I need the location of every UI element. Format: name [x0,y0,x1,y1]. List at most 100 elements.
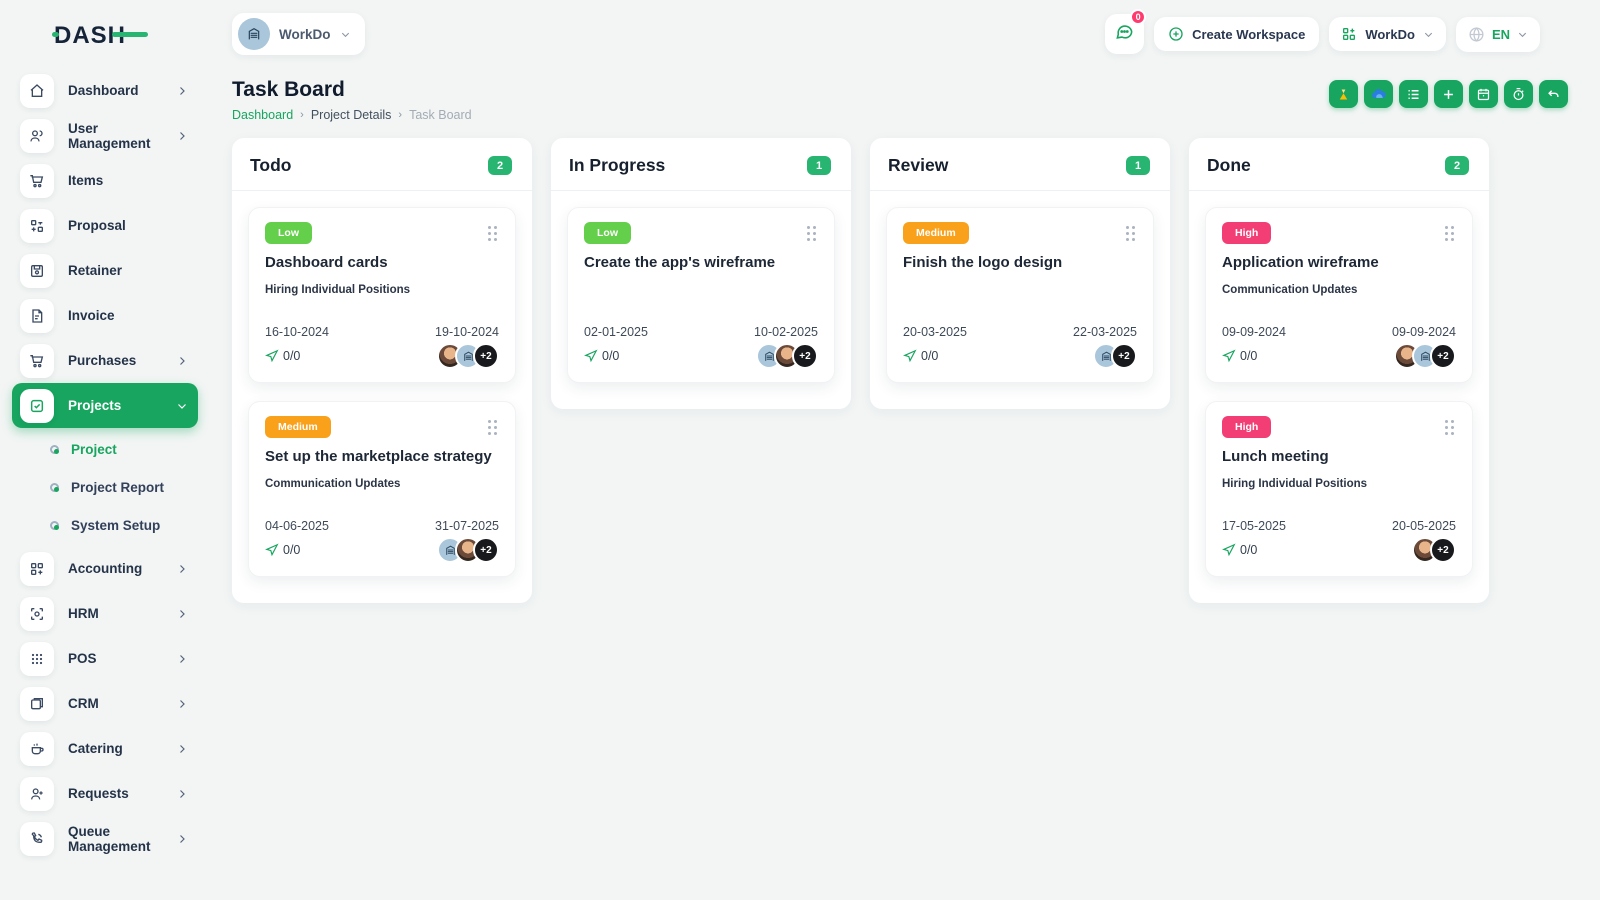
sidebar-item-dashboard[interactable]: Dashboard [12,68,198,113]
avatar-more-badge: +2 [792,343,818,369]
task-progress: 0/0 [903,349,938,363]
task-start-date: 17-05-2025 [1222,519,1286,533]
page-header: Task Board Dashboard › Project Details ›… [210,58,1600,122]
back-button[interactable] [1539,80,1568,108]
add-task-button[interactable] [1434,80,1463,108]
calendar-button[interactable] [1469,80,1498,108]
kebab-menu-icon[interactable] [1443,416,1456,439]
column-count-badge: 2 [488,156,512,175]
send-icon [584,349,598,363]
breadcrumb-project-details[interactable]: Project Details [311,108,392,122]
check-square-icon [20,388,54,423]
task-card[interactable]: Low Create the app's wireframe 02-01-202… [567,207,835,383]
sidebar-item-purchases[interactable]: Purchases [12,338,198,383]
create-workspace-button[interactable]: Create Workspace [1154,17,1320,51]
page-actions [1329,80,1568,108]
coffee-cup-icon [20,731,54,766]
assignee-avatars: +2 [1412,537,1456,563]
task-progress: 0/0 [1222,349,1257,363]
sidebar-item-crm[interactable]: CRM [12,681,198,726]
layout-icon [20,686,54,721]
sidebar-item-items[interactable]: Items [12,158,198,203]
submenu-item-project[interactable]: Project [12,430,198,468]
invoice-icon [20,298,54,333]
chevron-right-icon [176,85,188,97]
chevron-right-icon [176,130,188,142]
chevron-down-icon [176,400,188,412]
task-start-date: 16-10-2024 [265,325,329,339]
column-done: Done 2 High Application wireframe Commun… [1189,138,1489,603]
task-milestone: Hiring Individual Positions [265,284,411,296]
globe-icon [1468,26,1485,43]
priority-badge: Medium [265,416,331,438]
avatar-more-badge: +2 [1111,343,1137,369]
chevron-right-icon [176,833,188,845]
task-card[interactable]: Low Dashboard cards Hiring Individual Po… [248,207,516,383]
task-end-date: 10-02-2025 [754,325,818,339]
column-title: Review [888,155,949,175]
task-progress: 0/0 [265,349,300,363]
priority-badge: High [1222,222,1272,244]
sidebar-item-queue-management[interactable]: Queue Management [12,816,198,861]
sidebar-item-pos[interactable]: POS [12,636,198,681]
submenu-dot-icon [50,482,59,492]
workspace-selector[interactable]: WorkDo [232,13,365,55]
sidebar-item-catering[interactable]: Catering [12,726,198,771]
assignee-avatars: +2 [437,343,499,369]
task-card[interactable]: Medium Finish the logo design 20-03-2025… [886,207,1154,383]
task-card[interactable]: High Lunch meeting Hiring Individual Pos… [1205,401,1473,577]
task-end-date: 09-09-2024 [1392,325,1456,339]
list-view-button[interactable] [1399,80,1428,108]
sidebar-item-retainer[interactable]: Retainer [12,248,198,293]
submenu-item-project-report[interactable]: Project Report [12,468,198,506]
priority-badge: High [1222,416,1272,438]
chevron-right-icon [176,563,188,575]
app-switcher[interactable]: WorkDo [1329,17,1446,51]
kebab-menu-icon[interactable] [486,416,499,439]
sidebar-item-proposal[interactable]: Proposal [12,203,198,248]
sidebar-item-projects[interactable]: Projects [12,383,198,428]
users-icon [20,118,54,153]
task-milestone: Communication Updates [1222,284,1358,296]
priority-badge: Medium [903,222,969,244]
breadcrumb-current: Task Board [409,108,472,122]
assignee-avatars: +2 [1093,343,1137,369]
messages-button[interactable]: 0 [1105,9,1147,54]
sidebar-item-invoice[interactable]: Invoice [12,293,198,338]
kebab-menu-icon[interactable] [1124,222,1137,245]
dots-grid-icon [20,641,54,676]
onedrive-button[interactable] [1364,80,1393,108]
assignee-avatars: +2 [756,343,818,369]
workspace-logo-icon [238,18,270,50]
submenu-dot-icon [50,520,59,530]
plus-circle-icon [1168,26,1184,42]
user-plus-icon [20,776,54,811]
breadcrumb-separator: › [398,109,403,121]
sidebar: DASH Dashboard User Management Items Pro… [0,0,210,900]
sidebar-item-user-management[interactable]: User Management [12,113,198,158]
breadcrumb-dashboard[interactable]: Dashboard [232,108,293,122]
task-end-date: 19-10-2024 [435,325,499,339]
language-selector[interactable]: EN [1455,16,1540,52]
task-card[interactable]: Medium Set up the marketplace strategy C… [248,401,516,577]
timer-button[interactable] [1504,80,1533,108]
chevron-right-icon [176,653,188,665]
task-card[interactable]: High Application wireframe Communication… [1205,207,1473,383]
sidebar-item-accounting[interactable]: Accounting [12,546,198,591]
task-milestone: Communication Updates [265,478,401,490]
column-review: Review 1 Medium Finish the logo design 2… [870,138,1170,409]
sidebar-item-hrm[interactable]: HRM [12,591,198,636]
task-start-date: 20-03-2025 [903,325,967,339]
kebab-menu-icon[interactable] [486,222,499,245]
sidebar-item-requests[interactable]: Requests [12,771,198,816]
submenu-item-system-setup[interactable]: System Setup [12,506,198,544]
kebab-menu-icon[interactable] [1443,222,1456,245]
task-end-date: 20-05-2025 [1392,519,1456,533]
task-title: Create the app's wireframe [584,254,776,271]
task-progress: 0/0 [265,543,300,557]
send-icon [1222,543,1236,557]
proposal-icon [20,208,54,243]
google-drive-button[interactable] [1329,80,1358,108]
kebab-menu-icon[interactable] [805,222,818,245]
chevron-right-icon [176,743,188,755]
